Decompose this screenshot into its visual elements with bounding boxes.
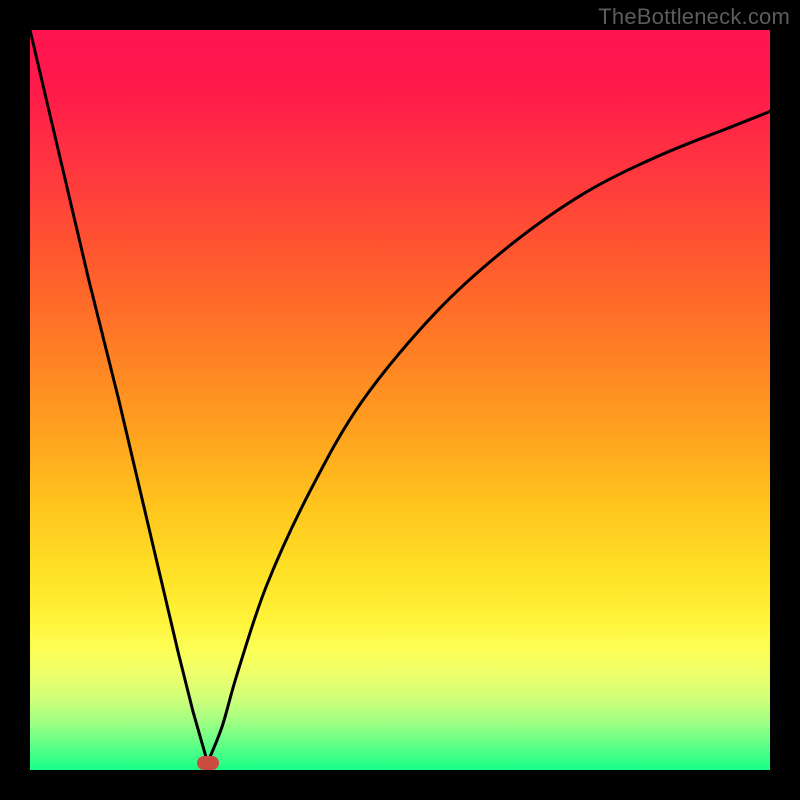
- chart-plot-area: [30, 30, 770, 770]
- chart-frame: TheBottleneck.com: [0, 0, 800, 800]
- attribution-label: TheBottleneck.com: [598, 4, 790, 30]
- bottleneck-curve: [30, 30, 770, 770]
- min-marker: [197, 756, 219, 770]
